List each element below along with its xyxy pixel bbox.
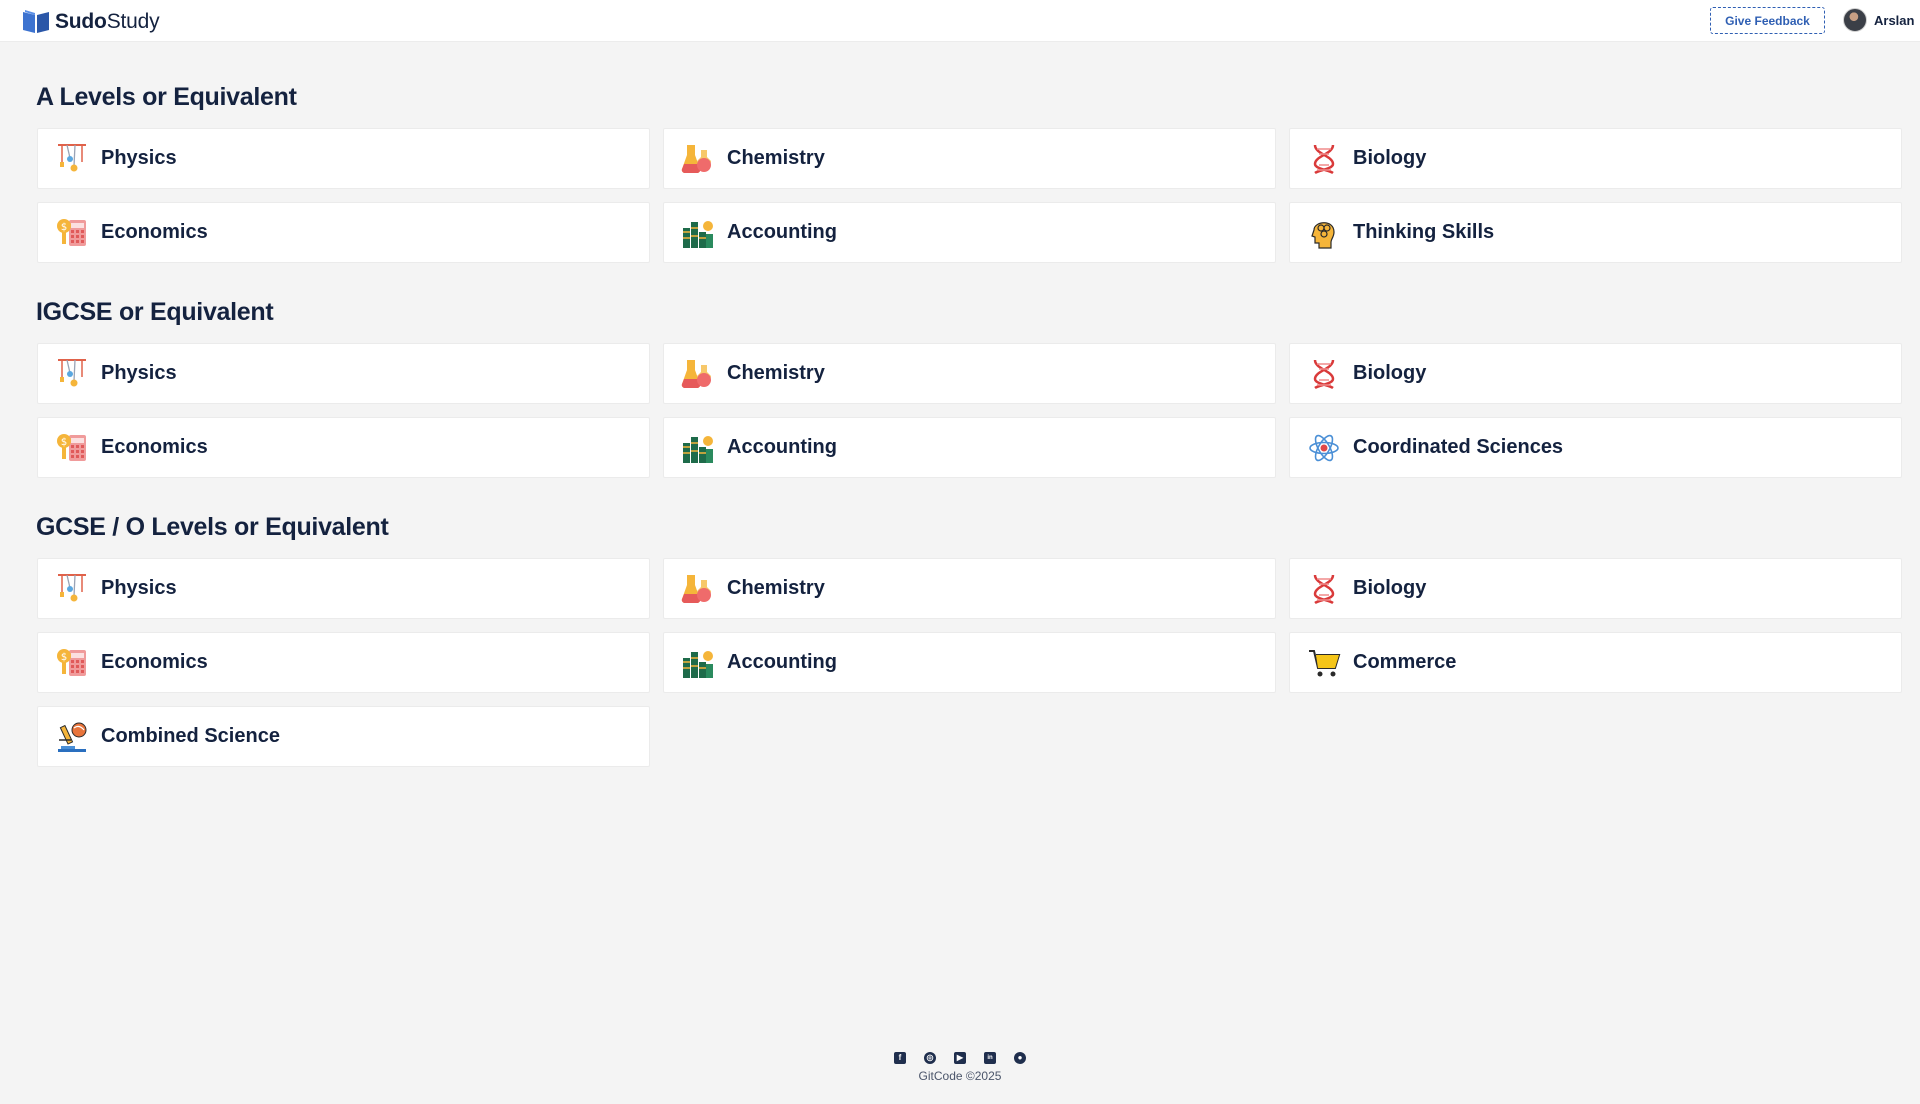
svg-text:$: $ [61, 437, 67, 448]
atom-icon [1307, 431, 1341, 465]
top-navbar: SudoStudy Give Feedback Arslan [0, 0, 1920, 42]
footer: f ◎ ▶ in ● GitCode ©2025 [0, 1052, 1920, 1083]
app-name: SudoStudy [55, 9, 160, 34]
subject-label: Economics [101, 651, 208, 673]
copyright-text: GitCode ©2025 [918, 1069, 1002, 1083]
svg-text:$: $ [61, 222, 67, 233]
subject-card-physics[interactable]: Physics [37, 558, 650, 619]
section-title-gcse: GCSE / O Levels or Equivalent [36, 513, 389, 541]
physics-icon [55, 142, 89, 176]
subject-label: Biology [1353, 577, 1427, 599]
social-links: f ◎ ▶ in ● [0, 1052, 1920, 1064]
subject-label: Chemistry [727, 577, 825, 599]
subject-label: Physics [101, 362, 177, 384]
subject-label: Biology [1353, 147, 1427, 169]
shopping-cart-icon [1307, 646, 1341, 680]
subject-card-commerce[interactable]: Commerce [1289, 632, 1902, 693]
subject-card-thinking-skills[interactable]: Thinking Skills [1289, 202, 1902, 263]
subject-card-physics[interactable]: Physics [37, 343, 650, 404]
chemistry-flask-icon [681, 357, 715, 391]
thinking-head-icon [1307, 216, 1341, 250]
book-logo-icon [23, 10, 49, 33]
subject-card-biology[interactable]: Biology [1289, 343, 1902, 404]
subject-label: Chemistry [727, 362, 825, 384]
user-name: Arslan [1874, 12, 1915, 28]
app-name-rest: Study [106, 9, 160, 33]
physics-icon [55, 357, 89, 391]
section-title-a-levels: A Levels or Equivalent [36, 83, 297, 111]
subject-label: Commerce [1353, 651, 1457, 673]
subject-card-biology[interactable]: Biology [1289, 128, 1902, 189]
subject-card-coordinated-sciences[interactable]: Coordinated Sciences [1289, 417, 1902, 478]
reddit-icon[interactable]: ● [1014, 1052, 1026, 1064]
subject-label: Chemistry [727, 147, 825, 169]
youtube-icon[interactable]: ▶ [954, 1052, 966, 1064]
app-logo[interactable]: SudoStudy [22, 9, 160, 34]
subject-label: Accounting [727, 651, 837, 673]
subject-label: Accounting [727, 221, 837, 243]
section-title-igcse: IGCSE or Equivalent [36, 298, 274, 326]
subject-label: Combined Science [101, 725, 280, 747]
microscope-icon [55, 720, 89, 754]
svg-text:$: $ [61, 652, 67, 663]
subject-card-economics[interactable]: $ Economics [37, 417, 650, 478]
physics-icon [55, 572, 89, 606]
facebook-icon[interactable]: f [894, 1052, 906, 1064]
chemistry-flask-icon [681, 142, 715, 176]
subject-card-combined-science[interactable]: Combined Science [37, 706, 650, 767]
accounting-coins-icon [681, 646, 715, 680]
avatar[interactable] [1843, 8, 1867, 32]
dna-icon [1307, 357, 1341, 391]
dna-icon [1307, 142, 1341, 176]
accounting-coins-icon [681, 431, 715, 465]
subject-card-chemistry[interactable]: Chemistry [663, 343, 1276, 404]
subject-label: Economics [101, 221, 208, 243]
accounting-coins-icon [681, 216, 715, 250]
economics-calculator-icon: $ [55, 431, 89, 465]
subject-card-economics[interactable]: $ Economics [37, 202, 650, 263]
subject-label: Biology [1353, 362, 1427, 384]
subject-card-physics[interactable]: Physics [37, 128, 650, 189]
linkedin-icon[interactable]: in [984, 1052, 996, 1064]
subject-card-chemistry[interactable]: Chemistry [663, 128, 1276, 189]
dna-icon [1307, 572, 1341, 606]
instagram-icon[interactable]: ◎ [924, 1052, 936, 1064]
user-menu[interactable]: Arslan [1843, 8, 1914, 32]
subject-card-biology[interactable]: Biology [1289, 558, 1902, 619]
subject-label: Coordinated Sciences [1353, 436, 1564, 458]
subject-card-accounting[interactable]: Accounting [663, 632, 1276, 693]
subject-card-accounting[interactable]: Accounting [663, 417, 1276, 478]
subject-card-economics[interactable]: $ Economics [37, 632, 650, 693]
subject-label: Accounting [727, 436, 837, 458]
economics-calculator-icon: $ [55, 216, 89, 250]
subject-card-chemistry[interactable]: Chemistry [663, 558, 1276, 619]
subject-label: Thinking Skills [1353, 221, 1495, 243]
subject-card-accounting[interactable]: Accounting [663, 202, 1276, 263]
chemistry-flask-icon [681, 572, 715, 606]
subject-label: Physics [101, 577, 177, 599]
economics-calculator-icon: $ [55, 646, 89, 680]
subject-label: Economics [101, 436, 208, 458]
give-feedback-button[interactable]: Give Feedback [1710, 7, 1825, 34]
app-name-bold: Sudo [55, 9, 107, 33]
subject-label: Physics [101, 147, 177, 169]
